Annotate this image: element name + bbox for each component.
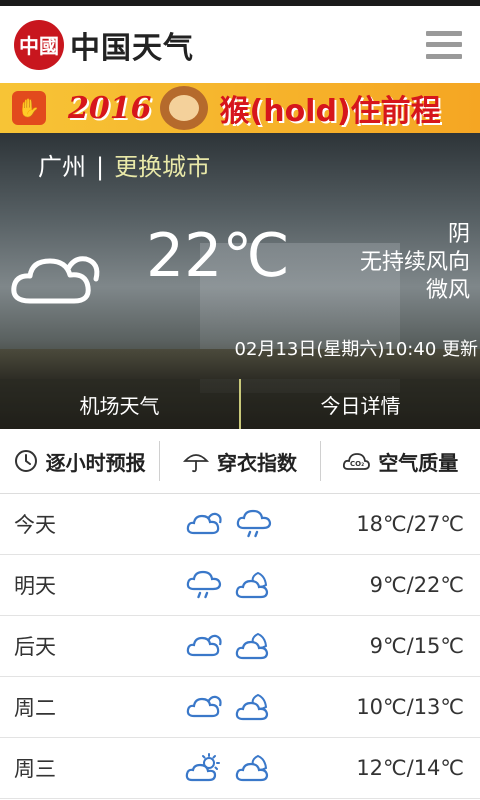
forecast-row[interactable]: 后天 9℃/15℃ — [0, 616, 480, 677]
forecast-range: 12℃/14℃ — [356, 756, 464, 780]
forecast-row[interactable]: 周二 10℃/13℃ — [0, 677, 480, 738]
co2-cloud-icon: CO₂ — [343, 453, 371, 470]
forecast-row[interactable]: 明天 9℃/22℃ — [0, 555, 480, 616]
ad-slogan: 猴(hold)住前程 — [219, 94, 441, 129]
hand-icon: ✋ — [12, 91, 46, 125]
change-city-link[interactable]: 更换城市 — [114, 153, 210, 181]
forecast-day: 后天 — [14, 635, 56, 659]
logo: 中國 中国天气 — [14, 19, 194, 70]
tab-hourly-forecast[interactable]: 逐小时预报 — [0, 441, 159, 481]
moon-cloud-icon — [235, 693, 269, 721]
forecast-range: 10℃/13℃ — [356, 695, 464, 719]
app-header: 中國 中国天气 — [0, 6, 480, 83]
brand-title: 中国天气 — [70, 30, 194, 66]
condition-block: 阴 无持续风向 微风 — [360, 221, 470, 305]
moon-cloud-icon — [235, 632, 269, 660]
current-weather-panel: 广州 | 更换城市 22℃ 阴 无持续风向 微风 02月13日(星期六)10:40 … — [0, 133, 480, 429]
cloudy-icon — [186, 512, 222, 535]
update-time: 02月13日(星期六)10:40 更新 — [234, 339, 478, 360]
city-separator: | — [96, 153, 105, 181]
clock-icon — [14, 450, 37, 472]
forecast-range: 9℃/22℃ — [369, 573, 464, 597]
cloudy-icon — [186, 695, 222, 718]
forecast-range: 18℃/27℃ — [356, 512, 464, 536]
forecast-day: 周二 — [14, 696, 56, 720]
cloudy-icon — [186, 634, 222, 657]
monkey-mascot-icon — [159, 86, 208, 130]
current-temperature: 22℃ — [146, 221, 290, 291]
rain-icon — [186, 570, 222, 599]
hero-tabs: 机场天气 今日详情 — [0, 379, 480, 429]
menu-icon[interactable] — [426, 30, 462, 59]
umbrella-icon — [182, 454, 209, 473]
ad-year: 2016 — [68, 90, 152, 126]
feature-tabs: 逐小时预报 穿衣指数 CO₂ 空气质量 — [0, 429, 480, 494]
moon-cloud-icon — [235, 754, 269, 782]
forecast-row[interactable]: 周三 12℃/14℃ — [0, 738, 480, 799]
svg-text:CO₂: CO₂ — [350, 460, 364, 468]
tab-dressing-index[interactable]: 穿衣指数 — [159, 441, 319, 481]
daily-forecast-list: 今天 18℃/27℃ 明天 9℃/22℃ 后天 9℃/15℃ 周二 10℃/13… — [0, 494, 480, 799]
forecast-row[interactable]: 今天 18℃/27℃ — [0, 494, 480, 555]
wind-level: 微风 — [425, 278, 470, 303]
wind-direction: 无持续风向 — [359, 250, 470, 275]
sun-cloud-icon — [185, 753, 220, 782]
tab-label: 逐小时预报 — [45, 450, 146, 475]
moon-cloud-icon — [235, 571, 269, 599]
cloudy-icon — [8, 241, 104, 315]
tab-label: 穿衣指数 — [216, 450, 297, 475]
city-row: 广州 | 更换城市 — [38, 147, 210, 182]
city-name: 广州 — [38, 153, 86, 181]
today-details-tab[interactable]: 今日详情 — [241, 379, 480, 429]
forecast-range: 9℃/15℃ — [369, 634, 464, 658]
rain-icon — [236, 509, 272, 538]
tab-label: 空气质量 — [378, 450, 459, 475]
cma-seal-logo: 中國 — [14, 19, 64, 70]
forecast-day: 今天 — [14, 513, 56, 537]
airport-weather-tab[interactable]: 机场天气 — [0, 379, 241, 429]
tab-air-quality[interactable]: CO₂ 空气质量 — [319, 441, 480, 481]
forecast-day: 明天 — [14, 574, 56, 598]
ad-banner[interactable]: ✋ 2016 猴(hold)住前程 — [0, 83, 480, 133]
forecast-day: 周三 — [14, 757, 56, 781]
condition-text: 阴 — [447, 222, 470, 247]
